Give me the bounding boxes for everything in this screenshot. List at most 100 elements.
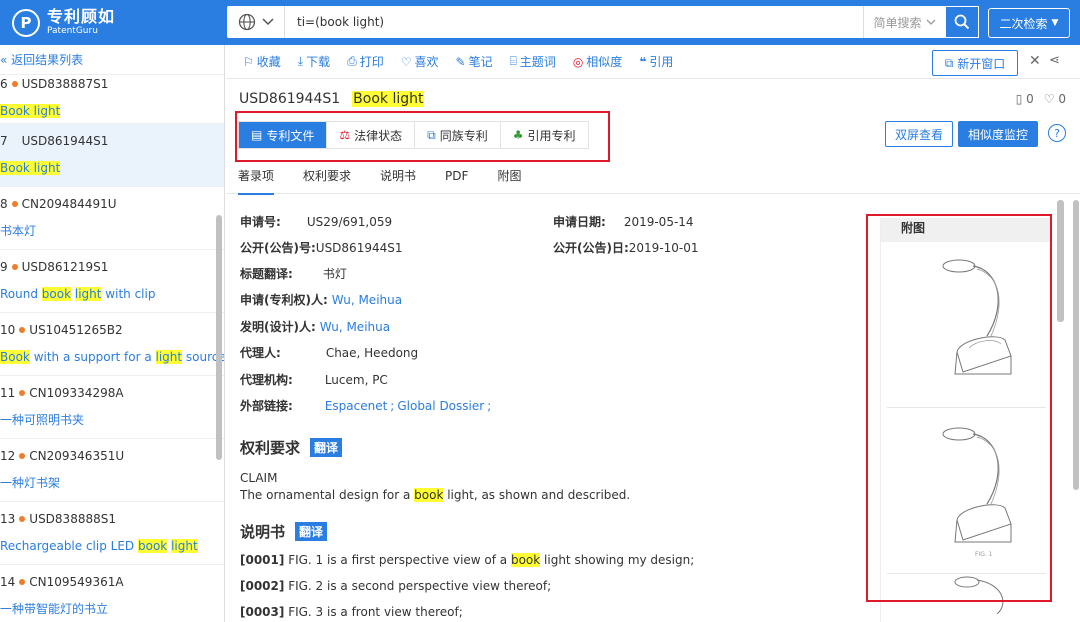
description-paragraph-3: [0003] FIG. 3 is a front view thereof; bbox=[240, 605, 463, 619]
field-label: 外部链接: bbox=[240, 399, 293, 413]
sidebar-scrollbar[interactable] bbox=[216, 215, 222, 460]
result-title[interactable]: Rechargeable clip LED book light bbox=[0, 537, 224, 555]
result-id-line: 9 USD861219S1 bbox=[0, 258, 224, 276]
title-text: 书本灯 bbox=[0, 224, 37, 238]
paragraph-text: FIG. 1 is a first perspective view of a bbox=[284, 553, 511, 567]
subtab-claims[interactable]: 权利要求 bbox=[303, 158, 351, 194]
paragraph-number: [0003] bbox=[240, 605, 285, 619]
similarity-button[interactable]: ◎ 相似度 bbox=[573, 53, 623, 70]
result-title[interactable]: Book with a support for a light source bbox=[0, 348, 224, 366]
result-item[interactable]: 11 CN109334298A 一种可照明书夹 bbox=[0, 376, 224, 439]
search-button[interactable] bbox=[945, 6, 979, 38]
claim-text-part: The ornamental design for a bbox=[240, 488, 415, 502]
subtab-description[interactable]: 说明书 bbox=[380, 158, 416, 194]
application-number-row: 申请号: US29/691,059 bbox=[240, 213, 392, 230]
help-icon[interactable]: ? bbox=[1048, 124, 1066, 142]
result-patent-id: CN209346351U bbox=[29, 449, 125, 463]
title-highlight: light bbox=[74, 287, 102, 301]
paragraph-number: [0001] bbox=[240, 553, 285, 567]
search-bar: ti=(book light) 简单搜索 bbox=[227, 6, 979, 38]
bookmark-count[interactable]: ▯ 0 bbox=[1016, 92, 1034, 106]
result-item[interactable]: 7 USD861944S1 Book light bbox=[0, 124, 224, 187]
result-item[interactable]: 14 CN109549361A 一种带智能灯的书立 bbox=[0, 565, 224, 622]
subtab-pdf[interactable]: PDF bbox=[445, 158, 468, 194]
result-title[interactable]: 一种带智能灯的书立 bbox=[0, 600, 224, 618]
title-text: with a support for a bbox=[29, 350, 156, 364]
description-section-heading: 说明书 翻译 bbox=[240, 521, 328, 542]
bookmark-icon: ▯ bbox=[1015, 92, 1023, 106]
section-subtabs: 著录项 权利要求 说明书 PDF 附图 bbox=[226, 158, 1080, 195]
espacenet-link[interactable]: Espacenet bbox=[325, 399, 387, 413]
result-item[interactable]: 8 CN209484491U 书本灯 bbox=[0, 187, 224, 250]
applicant-row: 申请(专利权)人: Wu, Meihua bbox=[240, 291, 402, 308]
subtab-figures[interactable]: 附图 bbox=[497, 158, 521, 194]
tabs-highlight-box bbox=[235, 111, 610, 162]
result-title[interactable]: Book light bbox=[0, 102, 224, 120]
result-title[interactable]: 一种灯书架 bbox=[0, 474, 224, 492]
publication-date-row: 公开(公告)日:2019-10-01 bbox=[553, 239, 699, 256]
title-highlight: light bbox=[171, 539, 198, 553]
result-item[interactable]: 10 US10451265B2 Book with a support for a … bbox=[0, 313, 224, 376]
note-button[interactable]: ✎ 笔记 bbox=[456, 53, 493, 70]
favorite-button[interactable]: ⚐ 收藏 bbox=[243, 53, 281, 70]
paragraph-text: FIG. 2 is a second perspective view ther… bbox=[284, 579, 552, 593]
brand-logo[interactable]: P 专利顾如 PatentGuru bbox=[0, 0, 225, 45]
topic-words-button[interactable]: ⌸ 主题词 bbox=[510, 53, 556, 70]
inventor-link[interactable]: Wu, Meihua bbox=[320, 320, 390, 334]
result-id-line: 13 USD838888S1 bbox=[0, 510, 224, 528]
language-selector[interactable] bbox=[227, 6, 285, 38]
search-input[interactable]: ti=(book light) bbox=[285, 15, 863, 29]
close-icon[interactable]: ✕ bbox=[1029, 53, 1041, 69]
title-text: 一种带智能灯的书立 bbox=[0, 602, 109, 616]
patent-title: Book light bbox=[352, 91, 425, 107]
download-button[interactable]: ⤓ 下载 bbox=[298, 53, 330, 70]
download-icon: ⤓ bbox=[297, 54, 304, 68]
new-window-button[interactable]: ⧉ 新开窗口 bbox=[932, 50, 1018, 76]
print-button[interactable]: ⎙ 打印 bbox=[347, 53, 384, 70]
similarity-monitor-button[interactable]: 相似度监控 bbox=[958, 121, 1038, 147]
publication-number-row: 公开(公告)号:USD861944S1 bbox=[240, 239, 402, 256]
application-number: US29/691,059 bbox=[306, 215, 393, 229]
like-button[interactable]: ♡ 喜欢 bbox=[401, 53, 439, 70]
result-title[interactable]: Round book light with clip bbox=[0, 285, 224, 303]
search-mode-label: 简单搜索 bbox=[873, 15, 922, 30]
translate-description-button[interactable]: 翻译 bbox=[295, 522, 328, 541]
description-heading: 说明书 bbox=[240, 523, 286, 541]
title-highlight: light bbox=[155, 350, 183, 364]
secondary-search-label: 二次检索 bbox=[999, 16, 1048, 31]
title-text: 一种可照明书夹 bbox=[0, 413, 85, 427]
link-separator: ; bbox=[390, 399, 395, 413]
result-item[interactable]: 9 USD861219S1 Round book light with clip bbox=[0, 250, 224, 313]
result-item[interactable]: 13 USD838888S1 Rechargeable clip LED book … bbox=[0, 502, 224, 565]
translate-claims-button[interactable]: 翻译 bbox=[310, 438, 343, 457]
external-link-icon: ⧉ bbox=[944, 55, 954, 70]
result-title[interactable]: 一种可照明书夹 bbox=[0, 411, 224, 429]
result-item[interactable]: 12 CN209346351U 一种灯书架 bbox=[0, 439, 224, 502]
share-icon[interactable]: ⋖ bbox=[1049, 53, 1060, 68]
status-dot-icon bbox=[19, 453, 26, 459]
status-dot-icon bbox=[11, 201, 18, 207]
back-to-results-link[interactable]: « 返回结果列表 bbox=[0, 45, 224, 75]
page-scrollbar[interactable] bbox=[1073, 200, 1079, 490]
result-patent-id: CN109549361A bbox=[29, 575, 124, 589]
figures-scrollbar[interactable] bbox=[1057, 200, 1064, 322]
search-mode-select[interactable]: 简单搜索 bbox=[863, 6, 945, 38]
subtab-bibliographic[interactable]: 著录项 bbox=[238, 158, 275, 195]
claims-section-heading: 权利要求 翻译 bbox=[240, 437, 343, 458]
result-title[interactable]: 书本灯 bbox=[0, 222, 224, 240]
paragraph-text: light showing my design; bbox=[540, 553, 695, 567]
result-patent-id: USD861944S1 bbox=[21, 134, 109, 148]
title-highlight: book bbox=[137, 539, 168, 553]
field-label: 申请(专利权)人: bbox=[240, 293, 328, 307]
claim-label: CLAIM bbox=[240, 471, 278, 485]
result-item[interactable]: 6 USD838887S1 Book light bbox=[0, 75, 224, 124]
dual-screen-button[interactable]: 双屏查看 bbox=[885, 121, 953, 147]
result-title[interactable]: Book light bbox=[0, 159, 224, 177]
field-label: 申请日期: bbox=[553, 215, 606, 229]
global-dossier-link[interactable]: Global Dossier bbox=[397, 399, 484, 413]
heart-icon: ♡ bbox=[400, 54, 412, 69]
applicant-link[interactable]: Wu, Meihua bbox=[332, 293, 402, 307]
secondary-search-button[interactable]: 二次检索 ▼ bbox=[988, 8, 1070, 38]
like-count[interactable]: ♡ 0 bbox=[1044, 92, 1066, 106]
cite-button[interactable]: ❝ 引用 bbox=[639, 53, 673, 70]
